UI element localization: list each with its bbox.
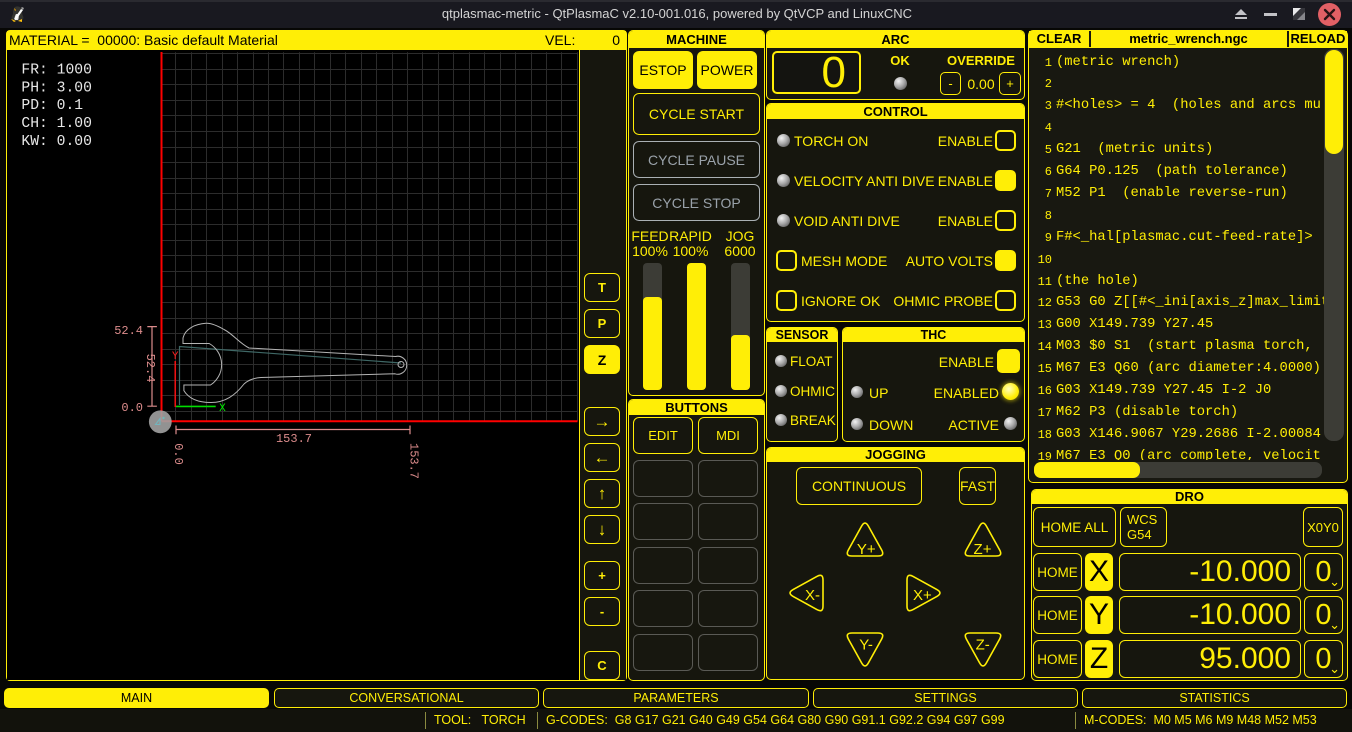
svg-text:0.0: 0.0 (121, 401, 143, 415)
svg-text:52.4: 52.4 (114, 324, 143, 338)
svg-text:Z+: Z+ (974, 541, 992, 558)
svg-text:X: X (219, 403, 226, 415)
svg-text:Y+: Y+ (857, 541, 876, 558)
svg-text:X-: X- (805, 587, 820, 604)
svg-text:Y-: Y- (859, 637, 873, 654)
svg-text:KW: 0.00: KW: 0.00 (21, 134, 92, 150)
svg-text:153.7: 153.7 (276, 432, 312, 446)
svg-text:CH: 1.00: CH: 1.00 (21, 116, 92, 132)
svg-text:PD: 0.1: PD: 0.1 (21, 98, 83, 114)
svg-text:Z-: Z- (976, 637, 990, 654)
svg-text:Y: Y (172, 351, 179, 363)
svg-text:153.7: 153.7 (407, 443, 421, 479)
svg-text:52.4: 52.4 (143, 354, 157, 383)
svg-text:PH: 3.00: PH: 3.00 (21, 80, 92, 96)
svg-text:FR: 1000: FR: 1000 (21, 63, 92, 79)
svg-text:0.0: 0.0 (171, 443, 185, 465)
svg-text:X+: X+ (913, 587, 932, 604)
